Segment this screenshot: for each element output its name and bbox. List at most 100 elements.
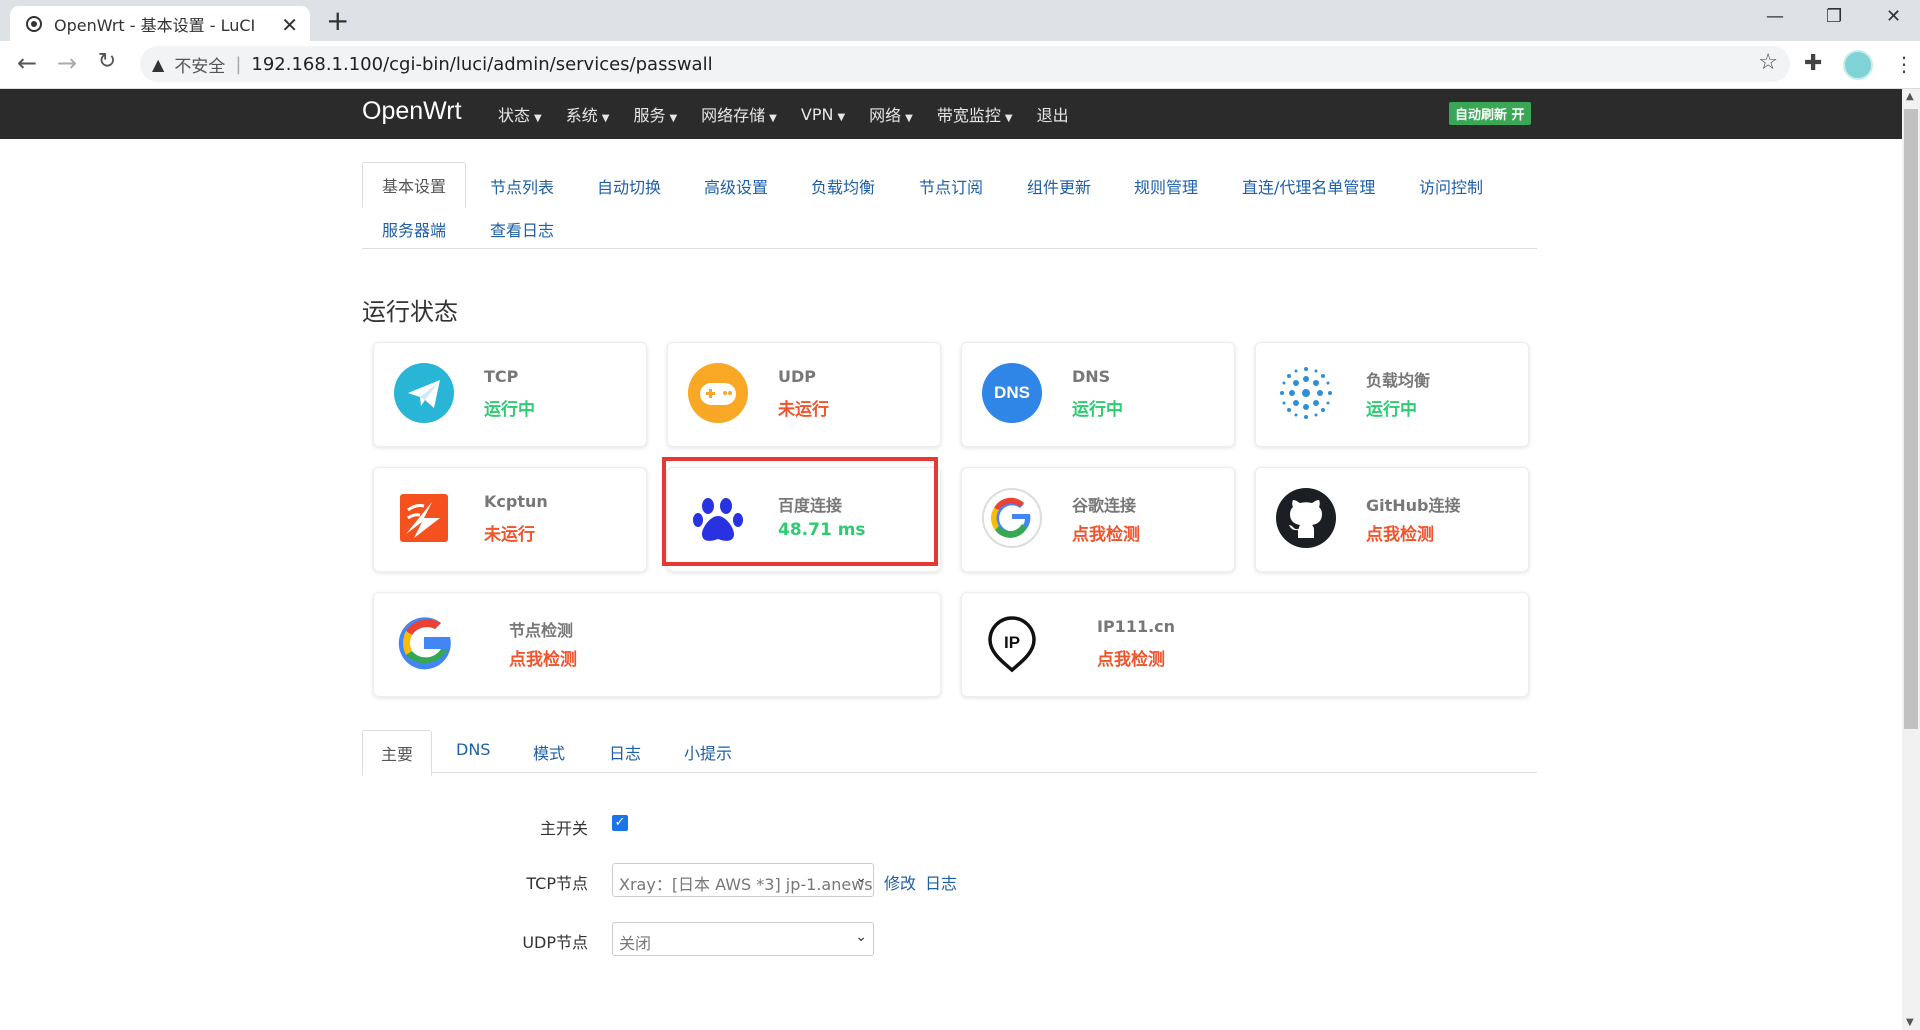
google-g-icon xyxy=(982,488,1042,548)
tab-component-update[interactable]: 组件更新 xyxy=(1027,174,1091,198)
check-link[interactable]: 点我检测 xyxy=(509,645,577,670)
tab-advanced-settings[interactable]: 高级设置 xyxy=(704,174,768,198)
tcp-node-select[interactable]: Xray：[日本 AWS *3] jp-1.anews ⌄ xyxy=(612,863,874,897)
main-switch-checkbox[interactable]: ✓ xyxy=(612,815,628,831)
brand-logo[interactable]: OpenWrt xyxy=(362,97,462,126)
page-scrollbar[interactable]: ▲ ▼ xyxy=(1902,89,1920,1030)
udp-node-value: 关闭 xyxy=(619,934,652,953)
card-label: UDP xyxy=(778,367,816,386)
openwrt-header: OpenWrt 状态 ▼ 系统 ▼ 服务 ▼ 网络存储 ▼ VPN ▼ 网络 ▼ 带宽监控 ▼… xyxy=(0,89,1902,139)
tab-direct-proxy-list[interactable]: 直连/代理名单管理 xyxy=(1242,174,1375,198)
card-label: TCP xyxy=(484,367,519,386)
card-node-check[interactable]: 节点检测 点我检测 xyxy=(373,592,941,697)
tab-mode[interactable]: 模式 xyxy=(533,740,565,764)
extensions-puzzle-icon[interactable]: ✚ xyxy=(1804,51,1822,76)
dns-icon: DNS xyxy=(982,363,1042,423)
card-github[interactable]: GitHub连接 点我检测 xyxy=(1255,467,1529,572)
network-dots-icon xyxy=(1280,367,1332,419)
nav-network[interactable]: 网络 ▼ xyxy=(869,102,913,126)
caret-down-icon: ▼ xyxy=(1004,113,1013,124)
card-google[interactable]: 谷歌连接 点我检测 xyxy=(961,467,1235,572)
card-label: 谷歌连接 xyxy=(1072,496,1137,515)
address-separator: | xyxy=(235,53,242,75)
back-icon[interactable]: ← xyxy=(12,49,42,77)
tab-node-list[interactable]: 节点列表 xyxy=(490,174,554,198)
telegram-icon xyxy=(394,363,454,423)
section-title-running-status: 运行状态 xyxy=(362,298,458,326)
scroll-down-arrow-icon[interactable]: ▼ xyxy=(1906,1017,1914,1028)
caret-down-icon: ▼ xyxy=(905,113,913,124)
tab-close-icon[interactable]: ✕ xyxy=(281,13,298,37)
nav-logout[interactable]: 退出 xyxy=(1037,102,1069,126)
card-label: Kcptun xyxy=(484,492,548,511)
reload-icon[interactable]: ↻ xyxy=(92,49,122,74)
github-icon xyxy=(1276,488,1336,548)
tab-basic-settings[interactable]: 基本设置 xyxy=(362,162,467,208)
auto-refresh-badge[interactable]: 自动刷新 开 xyxy=(1449,102,1531,125)
tab-auto-switch[interactable]: 自动切换 xyxy=(597,174,661,198)
check-link[interactable]: 点我检测 xyxy=(1072,520,1140,545)
nav-nas[interactable]: 网络存储 ▼ xyxy=(701,102,777,126)
scrollbar-thumb[interactable] xyxy=(1904,109,1918,729)
card-ip111[interactable]: IP IP111.cn 点我检测 xyxy=(961,592,1529,697)
security-label[interactable]: 不安全 xyxy=(174,52,225,77)
profile-avatar[interactable] xyxy=(1843,50,1873,80)
tab-access-control[interactable]: 访问控制 xyxy=(1419,174,1483,198)
url-text[interactable]: 192.168.1.100/cgi-bin/luci/admin/service… xyxy=(251,54,712,75)
tab-view-log[interactable]: 查看日志 xyxy=(490,217,554,241)
address-bar[interactable]: ▲ 不安全 | 192.168.1.100/cgi-bin/luci/admin… xyxy=(140,46,1790,82)
tab-main[interactable]: 主要 xyxy=(362,730,433,776)
nav-vpn[interactable]: VPN ▼ xyxy=(801,105,845,124)
scroll-up-arrow-icon[interactable]: ▲ xyxy=(1906,91,1914,102)
tab-tips[interactable]: 小提示 xyxy=(684,740,732,764)
status-text: 未运行 xyxy=(778,400,829,420)
kcptun-icon xyxy=(400,494,448,542)
card-label: DNS xyxy=(1072,367,1111,386)
check-link[interactable]: 点我检测 xyxy=(1366,520,1434,545)
card-tcp: TCP 运行中 xyxy=(373,342,647,447)
card-udp: UDP 未运行 xyxy=(667,342,941,447)
udp-node-select[interactable]: 关闭 ⌄ xyxy=(612,922,874,956)
nav-system[interactable]: 系统 ▼ xyxy=(566,102,610,126)
restore-icon[interactable]: ❐ xyxy=(1826,6,1842,27)
browser-tab[interactable]: OpenWrt - 基本设置 - LuCI ✕ xyxy=(10,6,310,41)
warning-icon[interactable]: ▲ xyxy=(152,55,164,74)
tab-rule-manage[interactable]: 规则管理 xyxy=(1134,174,1198,198)
forward-icon[interactable]: → xyxy=(52,49,82,77)
tcp-log-link[interactable]: 日志 xyxy=(925,870,957,894)
nav-status[interactable]: 状态 ▼ xyxy=(498,102,542,126)
caret-down-icon: ▼ xyxy=(669,113,678,124)
caret-down-icon: ▼ xyxy=(837,111,846,123)
tcp-edit-link[interactable]: 修改 xyxy=(884,870,916,894)
tab-dns[interactable]: DNS xyxy=(456,740,490,759)
nav-bandwidth[interactable]: 带宽监控 ▼ xyxy=(937,102,1013,126)
card-load-balance: 负载均衡 运行中 xyxy=(1255,342,1529,447)
highlight-box xyxy=(662,457,938,566)
tcp-node-value: Xray：[日本 AWS *3] jp-1.anews xyxy=(619,875,873,894)
browser-menu-icon[interactable]: ⋮ xyxy=(1894,52,1914,76)
card-kcptun: Kcptun 未运行 xyxy=(373,467,647,572)
tab-server-side[interactable]: 服务器端 xyxy=(382,217,446,241)
minimize-icon[interactable]: — xyxy=(1766,6,1784,27)
new-tab-icon[interactable]: + xyxy=(326,6,349,36)
settings-tabs: 主要 DNS 模式 日志 小提示 xyxy=(362,730,1537,776)
window-close-icon[interactable]: ✕ xyxy=(1886,6,1901,27)
card-label: 负载均衡 xyxy=(1366,371,1431,390)
chevron-down-icon: ⌄ xyxy=(855,929,867,945)
check-link[interactable]: 点我检测 xyxy=(1097,645,1165,670)
tcp-node-label: TCP节点 xyxy=(526,874,588,893)
tab-log[interactable]: 日志 xyxy=(609,740,641,764)
tab-load-balance[interactable]: 负载均衡 xyxy=(811,174,875,198)
google-g-icon xyxy=(398,617,451,670)
caret-down-icon: ▼ xyxy=(534,113,542,124)
card-label: GitHub连接 xyxy=(1366,496,1461,515)
passwall-subtabs: 基本设置 节点列表 自动切换 高级设置 负载均衡 节点订阅 组件更新 规则管理 … xyxy=(362,162,1537,249)
udp-node-label: UDP节点 xyxy=(522,933,588,952)
card-label: IP111.cn xyxy=(1097,617,1176,636)
browser-toolbar: ← → ↻ ▲ 不安全 | 192.168.1.100/cgi-bin/luci… xyxy=(0,41,1920,89)
caret-down-icon: ▼ xyxy=(601,113,610,124)
tab-node-subscribe[interactable]: 节点订阅 xyxy=(919,174,983,198)
top-navigation: 状态 ▼ 系统 ▼ 服务 ▼ 网络存储 ▼ VPN ▼ 网络 ▼ 带宽监控 ▼ 退出 xyxy=(498,89,1093,139)
bookmark-star-icon[interactable]: ☆ xyxy=(1758,50,1778,75)
nav-services[interactable]: 服务 ▼ xyxy=(633,102,677,126)
